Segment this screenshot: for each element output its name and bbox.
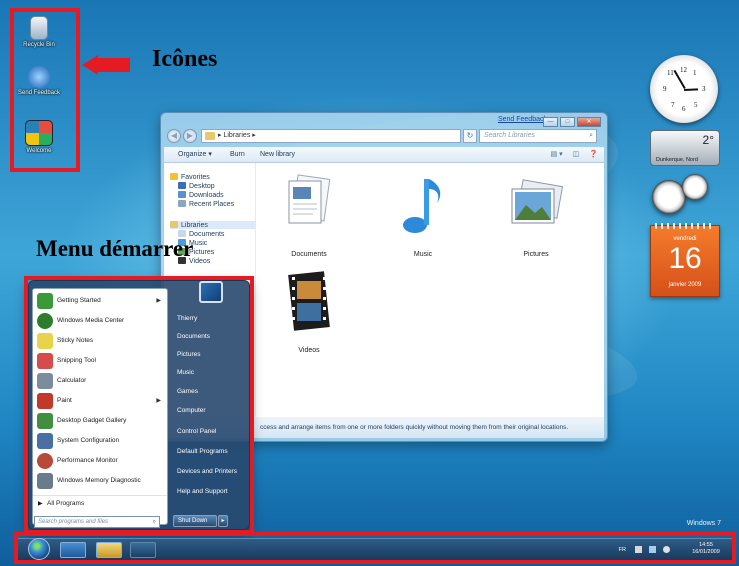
help-icon[interactable]: ❓	[589, 147, 598, 163]
calendar-day: 16	[668, 242, 702, 275]
clock-numeral: 7	[671, 101, 675, 109]
clock-numeral: 1	[693, 69, 697, 77]
clock-numeral: 5	[694, 101, 698, 109]
window-controls: — □ ✕	[543, 117, 601, 127]
nav-label: Downloads	[189, 192, 224, 199]
library-documents[interactable]: Documents	[274, 171, 344, 258]
views-icon[interactable]: ▤ ▾	[551, 147, 563, 163]
command-bar: Organize ▾ Burn New library ▤ ▾ ◫ ❓	[164, 147, 604, 163]
nav-downloads[interactable]: Downloads	[178, 191, 224, 199]
star-icon	[170, 173, 178, 180]
minimize-button[interactable]: —	[543, 117, 558, 127]
nav-label: Recent Places	[189, 201, 235, 208]
address-separator: ▸	[250, 132, 256, 139]
new-library-button[interactable]: New library	[260, 147, 295, 163]
library-pictures[interactable]: Pictures	[501, 171, 571, 258]
videos-library-icon	[288, 271, 330, 331]
nav-favorites[interactable]: Favorites	[170, 173, 210, 181]
nav-desktop[interactable]: Desktop	[178, 182, 215, 190]
refresh-button[interactable]: ↻	[463, 129, 477, 143]
view-controls: ▤ ▾ ◫ ❓	[551, 147, 598, 163]
library-label: Videos	[298, 347, 320, 354]
organize-button[interactable]: Organize ▾	[178, 147, 212, 163]
forward-button[interactable]: ▶	[183, 129, 197, 143]
documents-library-icon	[288, 174, 331, 224]
maximize-button[interactable]: □	[560, 117, 575, 127]
nav-libraries[interactable]: Libraries	[170, 221, 256, 229]
library-label: Music	[413, 251, 433, 258]
address-text: Libraries	[223, 132, 251, 139]
recent-places-icon	[178, 200, 186, 207]
libraries-icon	[170, 221, 178, 228]
icons-annotation: Icônes	[152, 46, 218, 72]
preview-pane-icon[interactable]: ◫	[573, 147, 580, 163]
clock-numeral: 9	[663, 85, 667, 93]
music-library-icon	[403, 179, 441, 233]
arrow-head-icon	[82, 55, 98, 75]
weather-temperature: 2°	[702, 133, 714, 147]
library-label: Documents	[291, 251, 327, 258]
calendar-gadget[interactable]: vendredi 16 janvier 2009	[650, 223, 720, 297]
nav-label: Documents	[189, 231, 225, 238]
library-music[interactable]: Music	[388, 171, 458, 258]
clock-numeral: 12	[680, 66, 687, 74]
taskbar-highlight-box	[14, 532, 736, 564]
windows-watermark: Windows 7	[686, 520, 721, 527]
calendar-month: janvier 2009	[668, 282, 702, 288]
calendar-rings	[655, 223, 715, 229]
start-menu-annotation: Menu démarrer	[36, 236, 194, 261]
nav-label: Favorites	[181, 174, 210, 181]
close-button[interactable]: ✕	[577, 117, 601, 127]
cpu-dial	[652, 180, 686, 214]
icons-highlight-box	[10, 8, 80, 172]
library-videos[interactable]: Videos	[274, 267, 344, 354]
weather-gadget[interactable]: 2° Dunkerque, Nord	[650, 130, 720, 166]
clock-numeral: 3	[702, 85, 706, 93]
start-menu-highlight-box	[24, 276, 254, 534]
clock-numeral: 6	[682, 105, 686, 113]
arrow-shaft	[96, 58, 130, 72]
send-feedback-link[interactable]: Send Feedback	[498, 116, 547, 123]
weather-location: Dunkerque, Nord	[656, 157, 698, 163]
back-button[interactable]: ◀	[167, 129, 181, 143]
nav-recent[interactable]: Recent Places	[178, 200, 234, 208]
navigation-row: ◀ ▶ ▸ Libraries ▸ ↻ Search Libraries ⌕	[167, 129, 601, 145]
downloads-icon	[178, 191, 186, 198]
clock-gadget[interactable]: 12 1 3 5 6 7 9 11	[650, 55, 718, 123]
search-icon: ⌕	[589, 132, 593, 139]
search-input[interactable]: Search Libraries ⌕	[479, 129, 597, 143]
details-text: ccess and arrange items from one or more…	[260, 424, 569, 431]
folder-icon	[205, 132, 215, 140]
desktop-icon	[178, 182, 186, 189]
memory-dial	[682, 174, 708, 200]
search-placeholder: Search Libraries	[484, 132, 535, 139]
address-bar[interactable]: ▸ Libraries ▸	[201, 129, 461, 143]
pictures-library-icon	[511, 179, 564, 224]
burn-button[interactable]: Burn	[230, 147, 245, 163]
cpu-meter-gadget[interactable]	[650, 172, 720, 218]
nav-label: Desktop	[189, 183, 215, 190]
library-label: Pictures	[523, 251, 549, 258]
clock-hour-hand	[684, 88, 699, 91]
nav-label: Libraries	[181, 222, 208, 229]
